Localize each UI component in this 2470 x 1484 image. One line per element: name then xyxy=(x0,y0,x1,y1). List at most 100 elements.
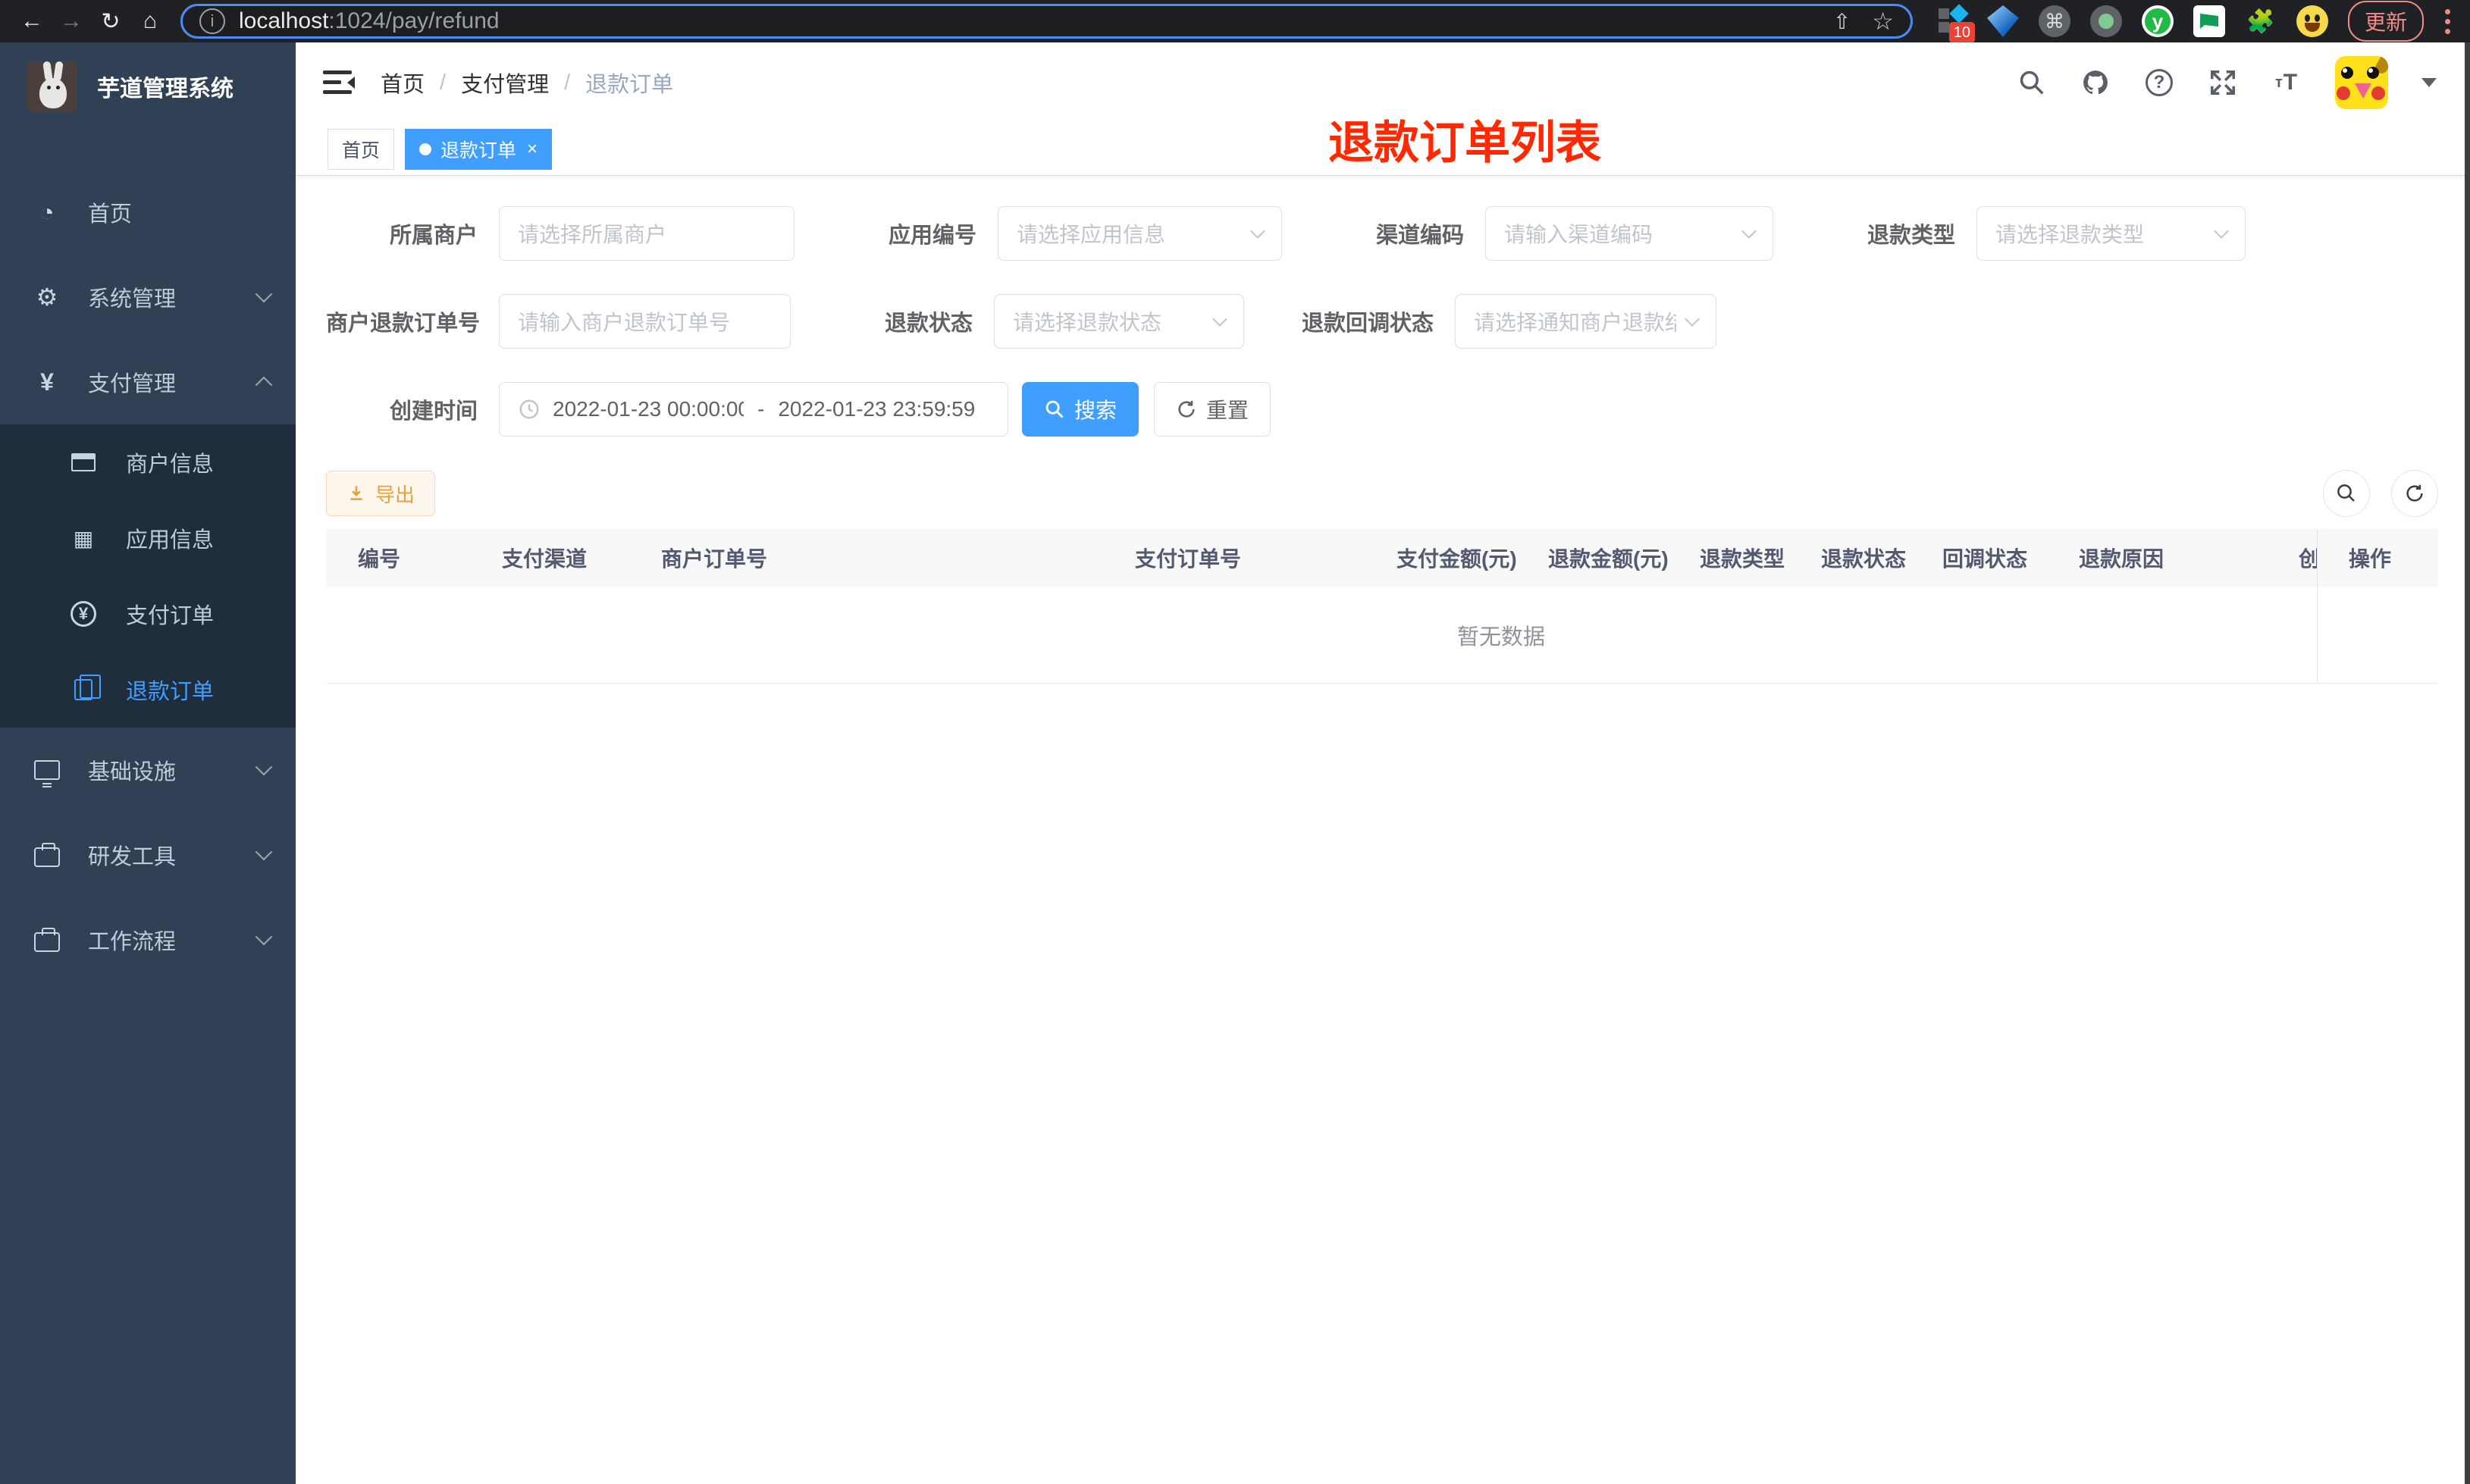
table-header-row: 编号 支付渠道 商户订单号 支付订单号 支付金额(元) 退款金额(元) 退款类型… xyxy=(326,529,2438,587)
forward-icon[interactable]: → xyxy=(52,5,91,38)
url-text[interactable]: localhost:1024/pay/refund xyxy=(239,8,1833,34)
sidebar-item-home[interactable]: ◔ 首页 xyxy=(0,170,296,255)
sidebar-item-label: 应用信息 xyxy=(126,528,215,553)
store-icon xyxy=(67,453,100,471)
fixed-column-divider xyxy=(2317,529,2318,684)
sidebar-item-infra[interactable]: 基础设施 xyxy=(0,728,296,812)
tag-label: 退款订单 xyxy=(440,139,517,161)
merchant-select[interactable]: 请选择所属商户 xyxy=(499,206,795,261)
chevron-down-icon xyxy=(255,843,273,861)
refund-status-select[interactable]: 请选择退款状态 xyxy=(994,294,1244,349)
col-id: 编号 xyxy=(358,547,401,571)
field-label-refund-type: 退款类型 xyxy=(1867,224,1955,248)
placeholder-text: 请选择所属商户 xyxy=(518,223,667,246)
sidebar-item-merchant-info[interactable]: 商户信息 xyxy=(0,424,296,500)
toggle-search-button[interactable] xyxy=(2323,470,2370,517)
briefcase-icon xyxy=(30,843,64,867)
avatar-caret-icon[interactable] xyxy=(2421,78,2437,95)
yen-icon: ¥ xyxy=(40,368,54,396)
breadcrumb-separator: / xyxy=(564,70,571,95)
extensions-puzzle-icon[interactable]: 🧩 xyxy=(2245,5,2277,37)
app-no-select[interactable]: 请选择应用信息 xyxy=(998,206,1282,261)
browser-update-button[interactable]: 更新 xyxy=(2347,1,2424,42)
tag-label: 首页 xyxy=(342,139,381,161)
browser-toolbar: ← → ↻ ⌂ i localhost:1024/pay/refund ⇧ ☆ … xyxy=(0,0,2470,43)
sidebar-item-label: 系统管理 xyxy=(88,287,177,312)
chevron-down-icon xyxy=(255,758,273,776)
tag-refund-order[interactable]: 退款订单 × xyxy=(405,128,553,170)
sidebar-menu: ◔ 首页 ⚙ 系统管理 ¥ 支付管理 商户信息 ▦ 应用信息 ¥ 支付订单 退款… xyxy=(0,170,296,982)
table-body: 暂无数据 xyxy=(326,587,2438,684)
annotation-title: 退款订单列表 xyxy=(1328,117,1601,168)
browser-menu-icon[interactable] xyxy=(2437,8,2458,34)
profile-avatar[interactable] xyxy=(2296,5,2328,37)
chevron-down-icon xyxy=(2214,224,2229,239)
gear-icon: ⚙ xyxy=(36,283,58,311)
sidebar-item-refund-order[interactable]: 退款订单 xyxy=(0,652,296,728)
sidebar-toggle-icon[interactable] xyxy=(321,67,355,98)
share-icon[interactable]: ⇧ xyxy=(1833,9,1851,34)
extension-command-icon[interactable]: ⌘ xyxy=(2038,5,2070,37)
reset-button[interactable]: 重置 xyxy=(1154,382,1271,437)
briefcase-icon xyxy=(30,928,64,952)
field-label-create-time: 创建时间 xyxy=(389,399,478,424)
sidebar-item-label: 研发工具 xyxy=(88,845,177,869)
placeholder-text: 请选择退款状态 xyxy=(1013,311,1162,334)
refresh-table-button[interactable] xyxy=(2391,470,2438,517)
sidebar-item-workflow[interactable]: 工作流程 xyxy=(0,897,296,982)
site-info-icon[interactable]: i xyxy=(199,8,225,34)
breadcrumb-home[interactable]: 首页 xyxy=(381,67,425,99)
date-start-value: 2022-01-23 00:00:00 xyxy=(553,397,744,421)
extension-y-icon[interactable] xyxy=(2141,5,2174,37)
page-content: 所属商户 请选择所属商户 应用编号 请选择应用信息 渠道编码 请输入渠道编码 退… xyxy=(296,176,2470,1484)
sidebar-item-label: 支付订单 xyxy=(126,604,215,628)
sidebar: 芋道管理系统 ◔ 首页 ⚙ 系统管理 ¥ 支付管理 商户信息 ▦ 应用信息 ¥ … xyxy=(0,42,296,1484)
create-time-range-picker[interactable]: 2022-01-23 00:00:00 - 2022-01-23 23:59:5… xyxy=(499,382,1008,437)
home-icon[interactable]: ⌂ xyxy=(130,5,170,38)
back-icon[interactable]: ← xyxy=(12,5,52,38)
app-logo-row[interactable]: 芋道管理系统 xyxy=(0,42,296,130)
download-icon xyxy=(350,486,362,500)
close-icon[interactable]: × xyxy=(527,139,538,160)
extension-kite-icon[interactable] xyxy=(1986,5,2019,37)
extension-recorder-icon[interactable] xyxy=(2089,5,2122,37)
search-button-label: 搜索 xyxy=(1074,399,1117,422)
document-copy-icon xyxy=(67,675,101,700)
sidebar-item-pay[interactable]: ¥ 支付管理 xyxy=(0,340,296,424)
sidebar-item-pay-order[interactable]: ¥ 支付订单 xyxy=(0,576,296,652)
search-button[interactable]: 搜索 xyxy=(1022,382,1139,437)
reload-icon[interactable]: ↻ xyxy=(91,5,130,38)
extension-chat-icon[interactable] xyxy=(2193,5,2225,37)
refund-callback-status-select[interactable]: 请选择通知商户退款结果的回调状态 xyxy=(1455,294,1716,349)
merchant-refund-no-input[interactable]: 请输入商户退款订单号 xyxy=(499,294,791,349)
search-icon[interactable] xyxy=(2017,67,2047,98)
dashboard-icon: ◔ xyxy=(39,198,55,226)
channel-code-select[interactable]: 请输入渠道编码 xyxy=(1485,206,1773,261)
font-size-icon[interactable]: тT xyxy=(2271,67,2302,98)
breadcrumb-pay[interactable]: 支付管理 xyxy=(461,67,549,99)
tag-home[interactable]: 首页 xyxy=(328,128,395,170)
app-title: 芋道管理系统 xyxy=(97,77,234,102)
github-icon[interactable] xyxy=(2080,67,2111,98)
sidebar-item-label: 基础设施 xyxy=(88,760,177,784)
help-icon[interactable]: ? xyxy=(2144,67,2174,98)
chevron-up-icon xyxy=(255,376,273,394)
sidebar-item-dev-tools[interactable]: 研发工具 xyxy=(0,812,296,897)
bookmark-star-icon[interactable]: ☆ xyxy=(1872,7,1894,36)
user-avatar[interactable] xyxy=(2335,56,2388,109)
col-pay-channel: 支付渠道 xyxy=(502,547,588,571)
refund-type-select[interactable]: 请选择退款类型 xyxy=(1976,206,2246,261)
chevron-down-icon xyxy=(1212,312,1227,327)
chevron-down-icon xyxy=(1685,312,1700,327)
app-logo xyxy=(27,61,77,111)
export-button[interactable]: 导出 xyxy=(326,471,436,516)
field-label-merchant: 所属商户 xyxy=(389,224,478,248)
fullscreen-icon[interactable] xyxy=(2208,67,2238,98)
address-bar[interactable]: i localhost:1024/pay/refund ⇧ ☆ xyxy=(180,4,1913,39)
col-pay-order-no: 支付订单号 xyxy=(1135,547,1242,571)
chevron-down-icon xyxy=(1250,224,1265,239)
monitor-icon xyxy=(30,760,64,784)
sidebar-item-app-info[interactable]: ▦ 应用信息 xyxy=(0,500,296,576)
sidebar-item-system[interactable]: ⚙ 系统管理 xyxy=(0,255,296,340)
extension-grid-icon[interactable]: 10 xyxy=(1936,4,1975,43)
